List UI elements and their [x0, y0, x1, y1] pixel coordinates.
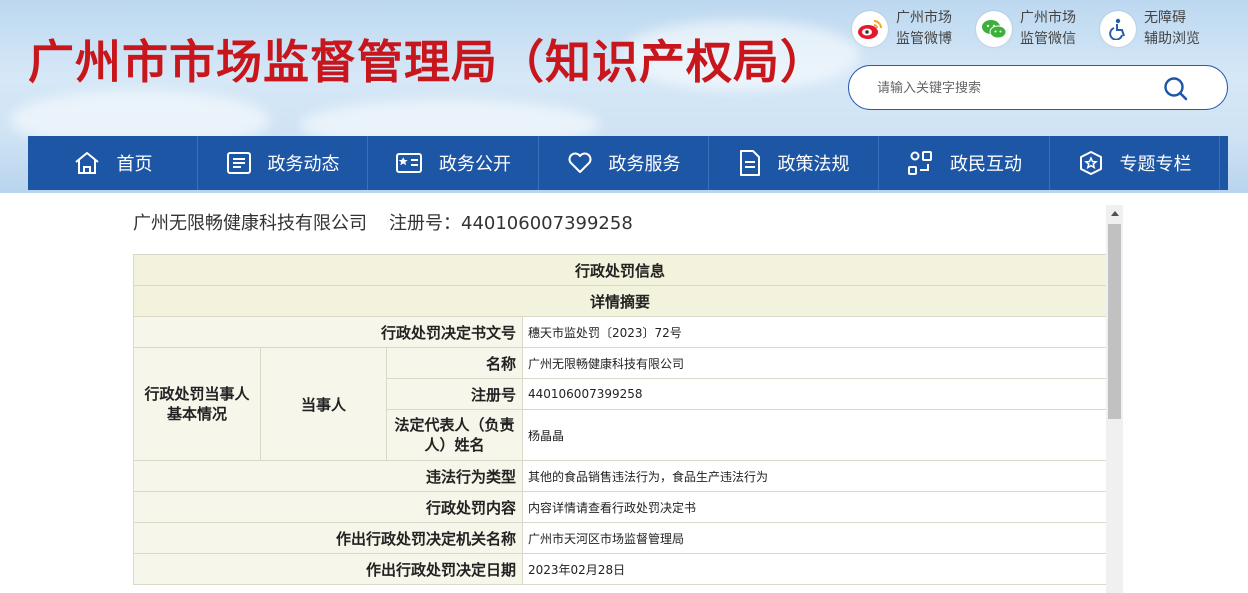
- nav-label: 政务服务: [608, 154, 681, 175]
- table-row: 详情摘要: [132, 285, 1108, 317]
- scrollbar[interactable]: [1106, 205, 1123, 593]
- scroll-up-button[interactable]: [1106, 205, 1123, 222]
- table-row: 作出行政处罚决定机关名称 广州市天河区市场监督管理局: [133, 522, 1108, 554]
- nav-item-special[interactable]: 专题专栏: [1050, 136, 1220, 190]
- nav-label: 政策法规: [777, 154, 850, 175]
- wechat-link[interactable]: 广州市场 监管微信: [976, 8, 1084, 50]
- nav-label: 政务公开: [439, 154, 511, 175]
- table-row: 行政处罚决定书文号 穗天市监处罚〔2023〕72号: [133, 316, 1108, 348]
- reg-value: 440106007399258: [521, 378, 1108, 410]
- arrow-up-icon: [1110, 211, 1119, 216]
- nav-label: 专题专栏: [1119, 154, 1192, 175]
- legal-rep-value: 杨晶晶: [521, 409, 1108, 461]
- news-icon: [226, 152, 251, 174]
- nav-item-policy[interactable]: 政策法规: [709, 136, 879, 190]
- nav-item-home[interactable]: 首页: [28, 136, 198, 190]
- content-label: 行政处罚内容: [133, 491, 523, 523]
- violation-type-value: 其他的食品销售违法行为，食品生产违法行为: [521, 460, 1108, 492]
- site-title: 广州市市场监督管理局（知识产权局）: [28, 35, 827, 89]
- weibo-label-line1: 广州市场: [896, 10, 952, 26]
- party-group-label: 行政处罚当事人基本情况: [133, 347, 261, 461]
- search-input[interactable]: [877, 77, 1157, 99]
- search-button[interactable]: [1163, 76, 1189, 102]
- table-row: 行政处罚信息: [132, 254, 1108, 286]
- interaction-icon: [908, 151, 932, 175]
- accessibility-label-line1: 无障碍: [1144, 10, 1186, 26]
- nav-label: 首页: [116, 154, 153, 175]
- authority-value: 广州市天河区市场监督管理局: [521, 522, 1108, 554]
- legal-rep-label: 法定代表人（负责人）姓名: [386, 409, 523, 461]
- table-row: 违法行为类型 其他的食品销售违法行为，食品生产违法行为: [133, 460, 1108, 492]
- heart-icon: [568, 152, 591, 173]
- weibo-label-line2: 监管微博: [896, 31, 952, 47]
- penalty-table: 行政处罚信息 详情摘要 行政处罚决定书文号 穗天市监处罚〔2023〕72号 行政…: [132, 254, 1108, 585]
- date-label: 作出行政处罚决定日期: [133, 553, 523, 585]
- company-name: 广州无限畅健康科技有限公司: [133, 213, 367, 234]
- content-value: 内容详情请查看行政处罚决定书: [521, 491, 1108, 523]
- scroll-thumb[interactable]: [1108, 224, 1121, 419]
- name-value: 广州无限畅健康科技有限公司: [521, 347, 1108, 379]
- party-label: 当事人: [260, 347, 387, 461]
- nav-label: 政民互动: [950, 154, 1022, 175]
- wechat-icon: [976, 11, 1012, 47]
- nav-item-services[interactable]: 政务服务: [539, 136, 709, 190]
- open-gov-icon: [396, 153, 422, 173]
- wechat-label-line2: 监管微信: [1020, 31, 1076, 47]
- company-reg-no: 440106007399258: [461, 213, 633, 234]
- table-row: 作出行政处罚决定日期 2023年02月28日: [133, 553, 1108, 585]
- doc-no-label: 行政处罚决定书文号: [133, 316, 523, 348]
- quick-links: 广州市场 监管微博 广州市场 监管微信 无障碍 辅助浏览: [852, 8, 1208, 50]
- doc-no-value: 穗天市监处罚〔2023〕72号: [521, 316, 1108, 348]
- name-label: 名称: [386, 347, 523, 379]
- weibo-link[interactable]: 广州市场 监管微博: [852, 8, 960, 50]
- nav-item-news[interactable]: 政务动态: [198, 136, 368, 190]
- home-icon: [74, 152, 99, 174]
- table-row: 行政处罚内容 内容详情请查看行政处罚决定书: [133, 491, 1108, 523]
- authority-label: 作出行政处罚决定机关名称: [133, 522, 523, 554]
- weibo-icon: [852, 11, 888, 47]
- nav-item-open-gov[interactable]: 政务公开: [368, 136, 539, 190]
- document-icon: [739, 150, 760, 176]
- search-box: [848, 65, 1228, 110]
- date-value: 2023年02月28日: [521, 553, 1108, 585]
- wechat-label-line1: 广州市场: [1020, 10, 1076, 26]
- search-icon: [1164, 77, 1188, 101]
- main-nav: 首页 政务动态 政务公开 政务服务 政策法规 政民互动 专题专栏: [28, 136, 1228, 190]
- company-reg-label: 注册号：: [389, 213, 461, 234]
- violation-type-label: 违法行为类型: [133, 460, 523, 492]
- accessibility-label-line2: 辅助浏览: [1144, 31, 1200, 47]
- accessibility-icon: [1100, 11, 1136, 47]
- accessibility-link[interactable]: 无障碍 辅助浏览: [1100, 8, 1208, 50]
- section-title: 行政处罚信息: [132, 254, 1108, 286]
- nav-label: 政务动态: [267, 154, 340, 175]
- company-heading: 广州无限畅健康科技有限公司 注册号：440106007399258: [133, 209, 633, 235]
- badge-icon: [1079, 151, 1102, 175]
- summary-title: 详情摘要: [132, 285, 1108, 317]
- nav-item-interaction[interactable]: 政民互动: [879, 136, 1050, 190]
- reg-label: 注册号: [386, 378, 523, 410]
- table-row: 行政处罚当事人基本情况 当事人 名称 广州无限畅健康科技有限公司: [133, 347, 1108, 461]
